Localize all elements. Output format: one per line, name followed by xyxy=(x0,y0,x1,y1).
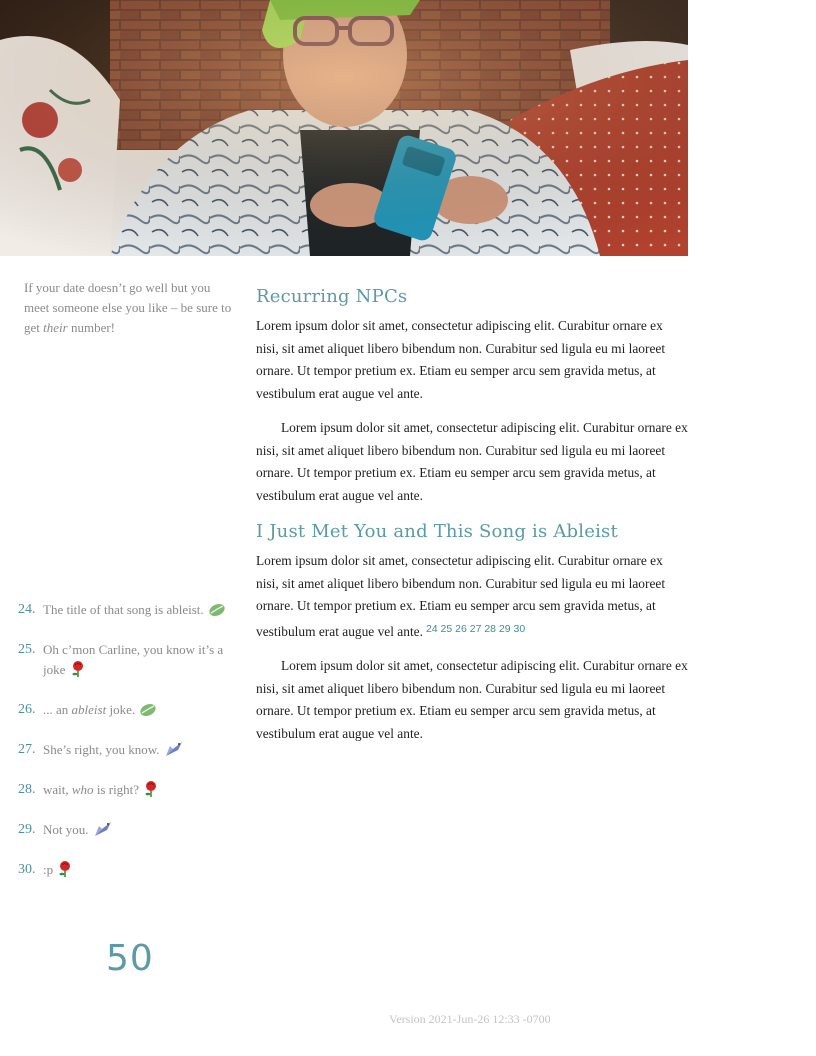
leaf-icon xyxy=(139,702,157,724)
footnote-references[interactable]: 24 25 26 27 28 29 30 xyxy=(426,623,525,635)
footnote-item: 29. Not you. xyxy=(18,820,228,844)
footnote-item: 26. ... an ableist joke. xyxy=(18,700,228,724)
footnote-number[interactable]: 27. xyxy=(18,740,36,760)
paragraph-with-refs: Lorem ipsum dolor sit amet, consectetur … xyxy=(256,550,688,643)
footnote-text: :p xyxy=(43,862,53,877)
section-heading-recurring-npcs: Recurring NPCs xyxy=(256,286,408,307)
footnote-text-before: wait, xyxy=(43,782,72,797)
footnote-text: ... an ableist joke. xyxy=(43,702,135,717)
rose-icon xyxy=(143,780,159,804)
footnote-item: 25. Oh c’mon Carline, you know it’s a jo… xyxy=(18,640,228,684)
footnote-item: 24. The title of that song is ableist. xyxy=(18,600,228,624)
footnote-text-before: She’s right, you know. xyxy=(43,742,160,757)
footnote-number[interactable]: 26. xyxy=(18,700,36,720)
footnote-text-after: is right? xyxy=(93,782,140,797)
footnote-text-before: Not you. xyxy=(43,822,89,837)
footnote-text: wait, who is right? xyxy=(43,782,139,797)
footnotes-list: 24. The title of that song is ableist. 2… xyxy=(18,600,228,900)
bird-icon xyxy=(164,740,184,764)
version-stamp: Version 2021-Jun-26 12:33 -0700 xyxy=(389,1012,551,1026)
footnote-text: The title of that song is ableist. xyxy=(43,602,204,617)
footnote-text: She’s right, you know. xyxy=(43,742,160,757)
footnote-text-after: joke. xyxy=(106,702,136,717)
hero-photo xyxy=(0,0,688,256)
rose-icon xyxy=(70,660,86,684)
footnote-number[interactable]: 28. xyxy=(18,780,36,800)
sidebar-note-emphasis: their xyxy=(43,320,68,335)
footnote-emphasis: ableist xyxy=(71,702,107,717)
footnote-number[interactable]: 24. xyxy=(18,600,36,620)
footnote-text-before: :p xyxy=(43,862,54,877)
sidebar-note: If your date doesn’t go well but you mee… xyxy=(24,278,238,338)
bird-icon xyxy=(93,820,113,844)
footnote-text-before: ... an xyxy=(43,702,72,717)
footnote-number[interactable]: 25. xyxy=(18,640,36,660)
paragraph: Lorem ipsum dolor sit amet, consectetur … xyxy=(256,420,688,503)
footnote-text-before: The title of that song is ableist. xyxy=(43,602,204,617)
paragraph: Lorem ipsum dolor sit amet, consectetur … xyxy=(256,658,688,741)
footnote-item: 27. She’s right, you know. xyxy=(18,740,228,764)
leaf-icon xyxy=(208,602,226,624)
main-content: Recurring NPCs Lorem ipsum dolor sit ame… xyxy=(256,286,688,745)
footnote-text: Not you. xyxy=(43,822,89,837)
page-number: 50 xyxy=(106,938,154,979)
footnote-number[interactable]: 29. xyxy=(18,820,36,840)
sidebar-note-text-end: number! xyxy=(67,320,115,335)
footnote-emphasis: who xyxy=(71,782,94,797)
paragraph: Lorem ipsum dolor sit amet, consectetur … xyxy=(256,318,666,401)
section-heading-song-ableist: I Just Met You and This Song is Ableist xyxy=(256,521,618,542)
hero-photo-illustration xyxy=(0,0,688,256)
footnote-item: 30. :p xyxy=(18,860,228,884)
rose-icon xyxy=(57,860,73,884)
footnote-item: 28. wait, who is right? xyxy=(18,780,228,804)
footnote-number[interactable]: 30. xyxy=(18,860,36,880)
